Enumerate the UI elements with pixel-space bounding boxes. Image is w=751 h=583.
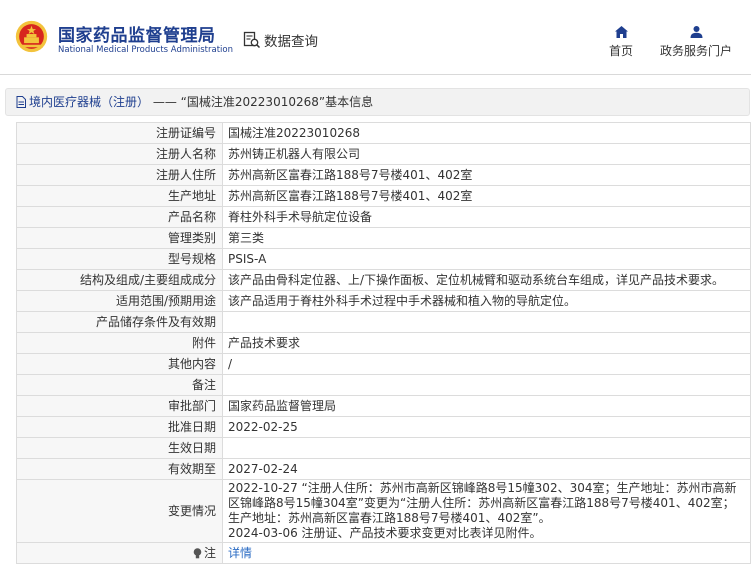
table-row: 注册人名称 苏州铸正机器人有限公司	[16, 143, 751, 165]
table-row: 有效期至 2027-02-24	[16, 458, 751, 480]
table-row: 附件 产品技术要求	[16, 332, 751, 354]
field-label: 型号规格	[16, 248, 223, 270]
registration-info-table: 注册证编号 国械注准20223010268 注册人名称 苏州铸正机器人有限公司 注册人住…	[16, 122, 751, 564]
table-row: 生产地址 苏州高新区富春江路188号7号楼401、402室	[16, 185, 751, 207]
breadcrumb-separator: ——	[152, 95, 177, 109]
site-subtitle: National Medical Products Administration	[58, 45, 233, 55]
field-label: 注册人住所	[16, 164, 223, 186]
field-label: 附件	[16, 332, 223, 354]
table-row: 注册证编号 国械注准20223010268	[16, 122, 751, 144]
field-label: 生产地址	[16, 185, 223, 207]
field-label: 有效期至	[16, 458, 223, 480]
change-history: 2022-10-27 “注册人住所：苏州市高新区锦峰路8号15幢302、304室…	[222, 479, 751, 543]
field-value: 脊柱外科手术导航定位设备	[222, 206, 751, 228]
user-icon	[690, 26, 702, 38]
table-row: 产品名称 脊柱外科手术导航定位设备	[16, 206, 751, 228]
field-label: 管理类别	[16, 227, 223, 249]
data-query-link[interactable]: 数据查询	[243, 30, 318, 50]
document-search-icon	[243, 31, 261, 49]
note-label-cell: 注	[16, 542, 223, 564]
field-value: 2027-02-24	[222, 458, 751, 480]
field-label: 变更情况	[16, 479, 223, 543]
field-label: 产品储存条件及有效期	[16, 311, 223, 333]
field-label: 结构及组成/主要组成成分	[16, 269, 223, 291]
field-label: 产品名称	[16, 206, 223, 228]
field-label: 注册证编号	[16, 122, 223, 144]
home-icon	[614, 26, 628, 38]
field-value: 苏州高新区富春江路188号7号楼401、402室	[222, 185, 751, 207]
note-label: 注	[203, 545, 216, 560]
site-header: 国家药品监督管理局 National Medical Products Admi…	[0, 0, 751, 75]
field-value: 国家药品监督管理局	[222, 395, 751, 417]
field-label: 适用范围/预期用途	[16, 290, 223, 312]
field-value: 产品技术要求	[222, 332, 751, 354]
table-row: 管理类别 第三类	[16, 227, 751, 249]
field-value: 苏州高新区富春江路188号7号楼401、402室	[222, 164, 751, 186]
field-value	[222, 437, 751, 459]
field-value: PSIS-A	[222, 248, 751, 270]
field-value: /	[222, 353, 751, 375]
table-row: 生效日期	[16, 437, 751, 459]
table-row: 备注	[16, 374, 751, 396]
field-label: 注册人名称	[16, 143, 223, 165]
field-value	[222, 374, 751, 396]
lightbulb-icon	[193, 547, 202, 558]
nav-service-portal-label: 政务服务门户	[659, 44, 732, 58]
field-value: 苏州铸正机器人有限公司	[222, 143, 751, 165]
site-title[interactable]: 国家药品监督管理局	[58, 21, 216, 46]
details-link[interactable]: 详情	[228, 546, 252, 560]
field-label: 其他内容	[16, 353, 223, 375]
table-row-note: 注 详情	[16, 542, 751, 564]
field-label: 生效日期	[16, 437, 223, 459]
breadcrumb-category-link[interactable]: 境内医疗器械（注册）	[29, 95, 149, 109]
table-row: 结构及组成/主要组成成分 该产品由骨科定位器、上/下操作面板、定位机械臂和驱动系统…	[16, 269, 751, 291]
data-query-label: 数据查询	[264, 34, 318, 50]
field-label: 备注	[16, 374, 223, 396]
field-value: 第三类	[222, 227, 751, 249]
field-value: 2022-02-25	[222, 416, 751, 438]
national-emblem-icon	[15, 20, 48, 53]
nav-service-portal[interactable]: 政务服务门户	[656, 26, 736, 59]
breadcrumb-current: “国械注准20223010268”基本信息	[180, 95, 374, 109]
field-label: 审批部门	[16, 395, 223, 417]
document-icon	[16, 96, 26, 108]
breadcrumb: 境内医疗器械（注册） —— “国械注准20223010268”基本信息	[5, 88, 750, 116]
nav-home-label: 首页	[608, 44, 633, 58]
field-label: 批准日期	[16, 416, 223, 438]
nav-home[interactable]: 首页	[607, 26, 635, 59]
note-value-cell: 详情	[222, 542, 751, 564]
change-entry: 2024-03-06 注册证、产品技术要求变更对比表详见附件。	[228, 526, 542, 540]
field-value	[222, 311, 751, 333]
table-row: 产品储存条件及有效期	[16, 311, 751, 333]
detail-panel: 境内医疗器械（注册） —— “国械注准20223010268”基本信息 注册证编…	[5, 88, 751, 578]
table-row-change: 变更情况 2022-10-27 “注册人住所：苏州市高新区锦峰路8号15幢302…	[16, 479, 751, 543]
table-row: 注册人住所 苏州高新区富春江路188号7号楼401、402室	[16, 164, 751, 186]
change-entry: 2022-10-27 “注册人住所：苏州市高新区锦峰路8号15幢302、304室…	[228, 481, 737, 525]
table-row: 其他内容 /	[16, 353, 751, 375]
table-row: 批准日期 2022-02-25	[16, 416, 751, 438]
field-value: 该产品适用于脊柱外科手术过程中手术器械和植入物的导航定位。	[222, 290, 751, 312]
field-value: 该产品由骨科定位器、上/下操作面板、定位机械臂和驱动系统台车组成，详见产品技术要…	[222, 269, 751, 291]
table-row: 审批部门 国家药品监督管理局	[16, 395, 751, 417]
table-row: 适用范围/预期用途 该产品适用于脊柱外科手术过程中手术器械和植入物的导航定位。	[16, 290, 751, 312]
field-value: 国械注准20223010268	[222, 122, 751, 144]
table-row: 型号规格 PSIS-A	[16, 248, 751, 270]
